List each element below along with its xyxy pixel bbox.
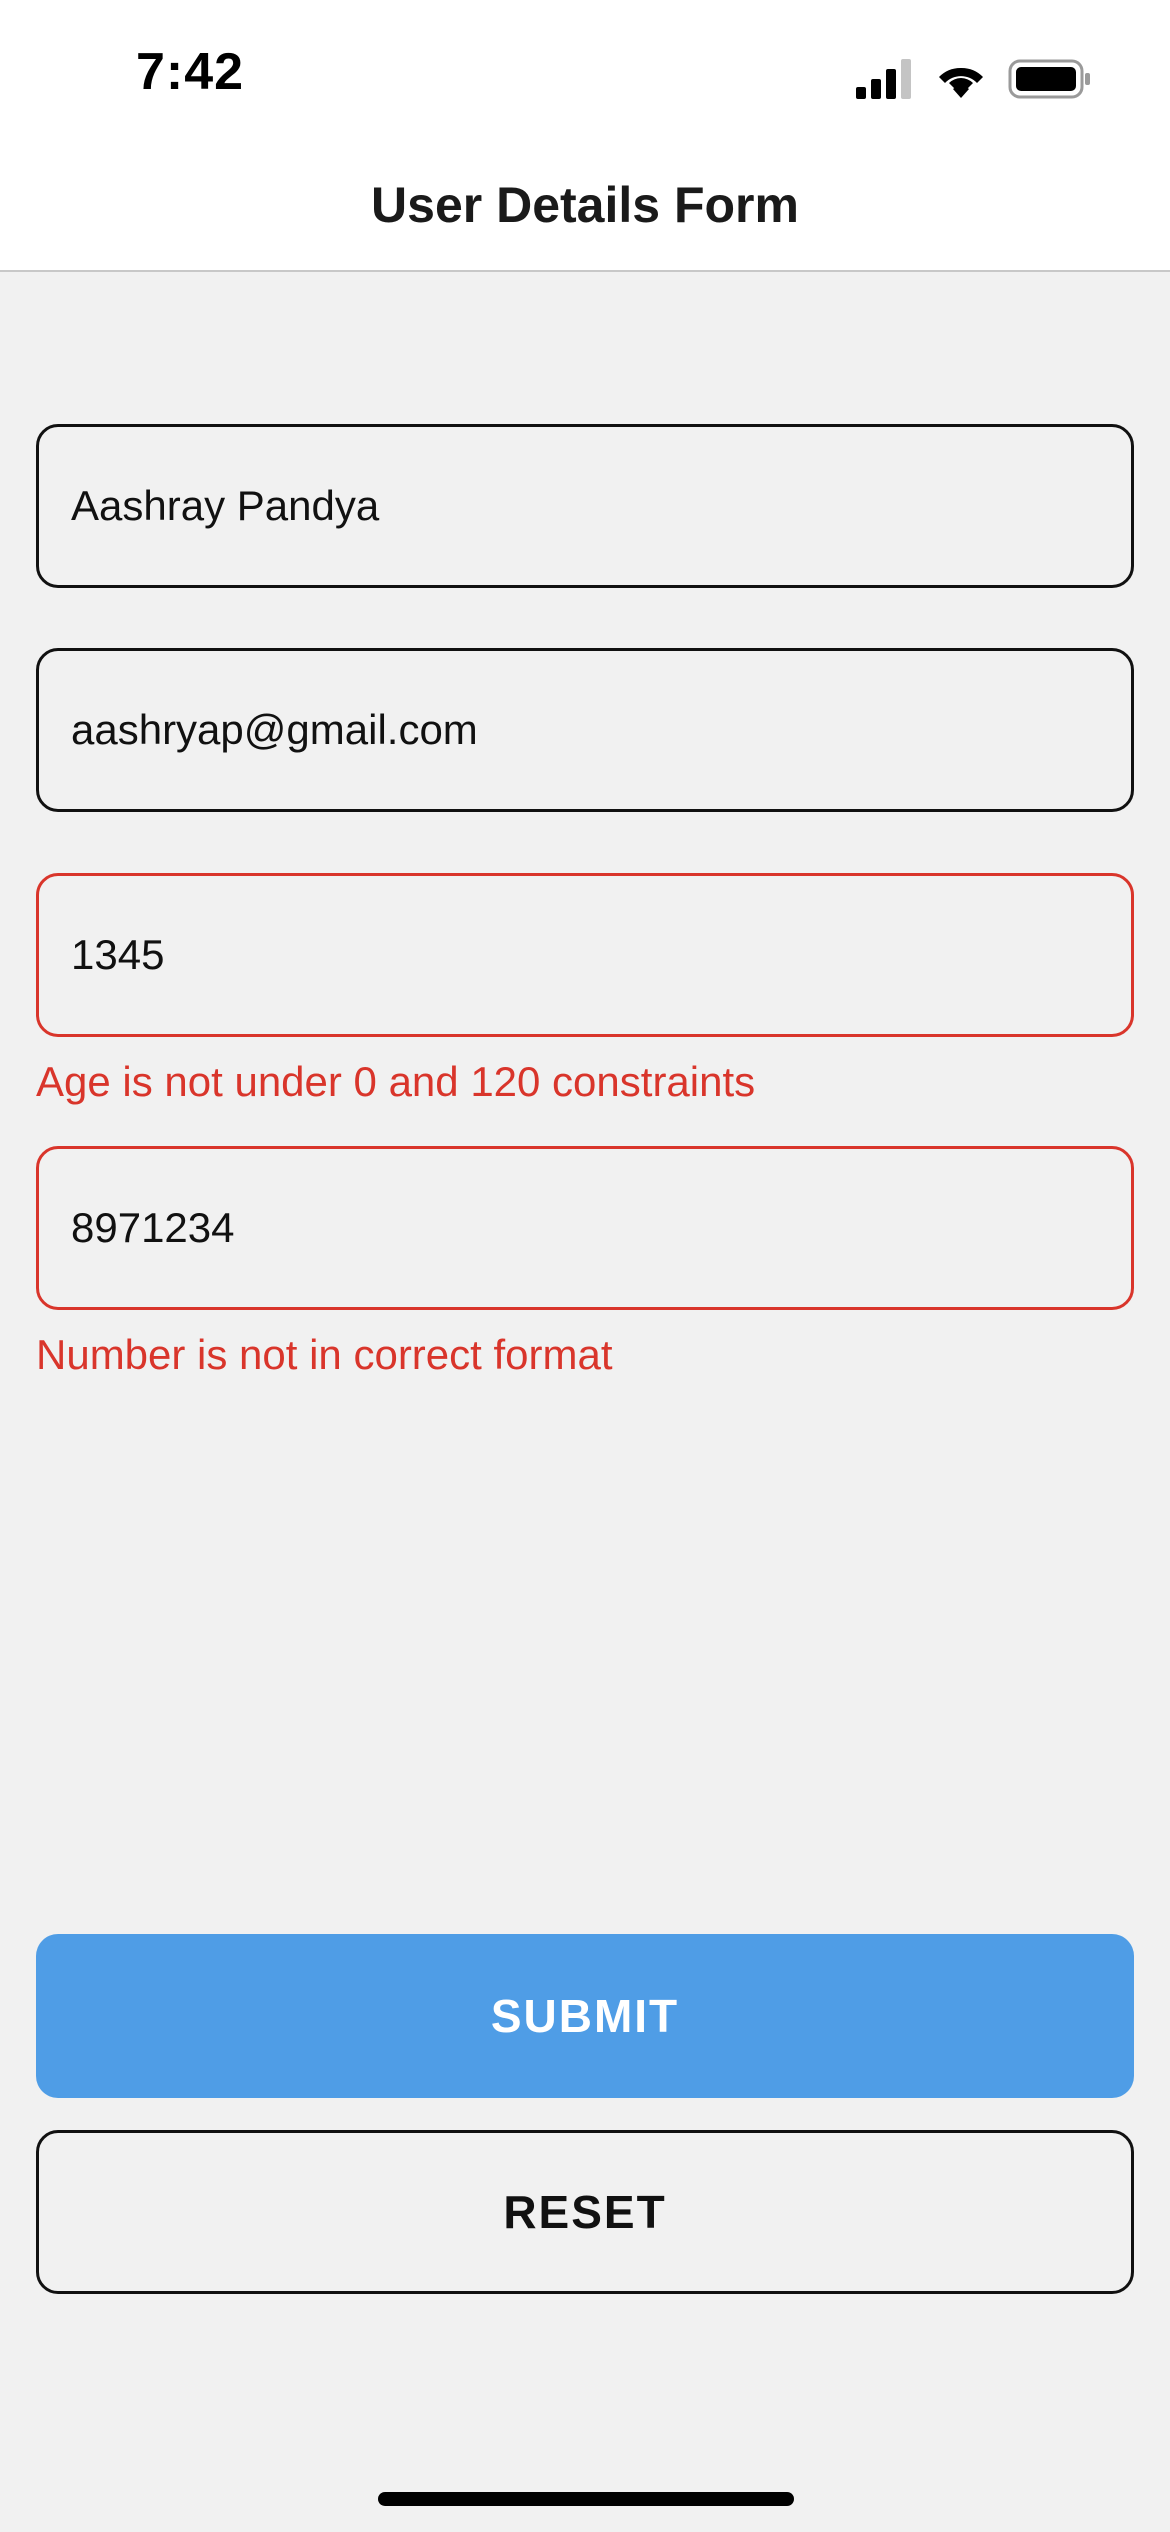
age-field[interactable] [36,873,1134,1037]
reset-button[interactable]: RESET [36,2130,1134,2294]
cellular-signal-icon [856,59,911,99]
home-indicator[interactable] [378,2492,794,2506]
status-icons [856,54,1092,104]
email-input[interactable] [39,651,1131,809]
submit-button[interactable]: SUBMIT [36,1934,1134,2098]
phone-error-message: Number is not in correct format [36,1331,613,1378]
age-input[interactable] [39,876,1131,1034]
name-input[interactable] [39,427,1131,585]
page-title: User Details Form [371,177,799,233]
email-field[interactable] [36,648,1134,812]
phone-input[interactable] [39,1149,1131,1307]
wifi-icon [939,67,983,98]
status-bar: 7:42 [0,0,1170,150]
battery-icon [1008,59,1090,99]
status-time: 7:42 [136,43,245,101]
nav-bar: User Details Form [0,150,1170,272]
phone-field[interactable] [36,1146,1134,1310]
age-error-message: Age is not under 0 and 120 constraints [36,1058,756,1105]
name-field[interactable] [36,424,1134,588]
